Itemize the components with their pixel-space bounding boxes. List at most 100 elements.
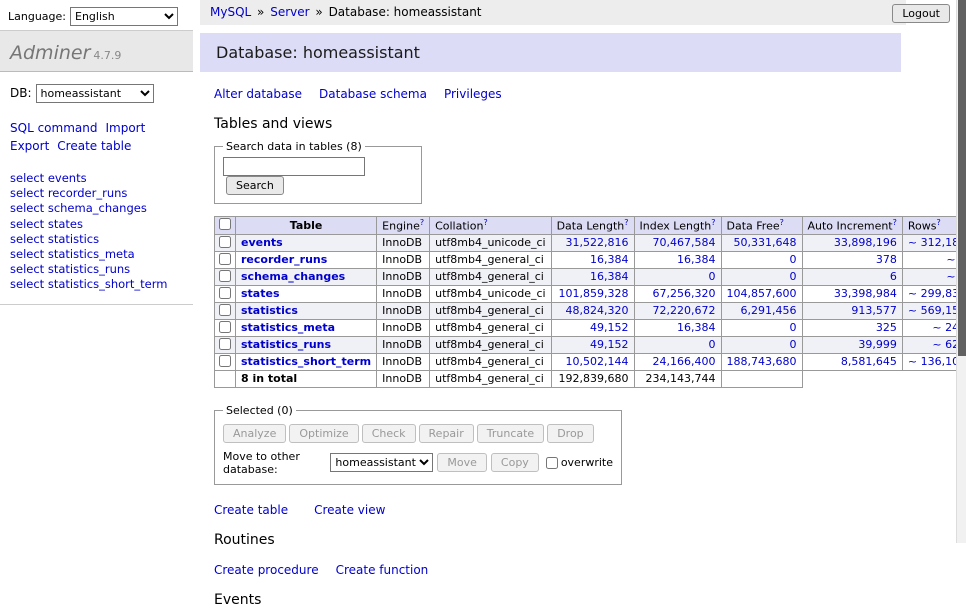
engine-cell: InnoDB: [377, 251, 430, 268]
table-name-link[interactable]: schema_changes: [241, 270, 345, 283]
sidebar-table-link[interactable]: select recorder_runs: [10, 186, 183, 201]
engine-cell: InnoDB: [377, 336, 430, 353]
optimize-button[interactable]: Optimize: [289, 424, 358, 443]
routines-links: Create procedure Create function: [214, 563, 966, 577]
create-view-link[interactable]: Create view: [314, 503, 385, 517]
total-index-length-cell: 234,143,744: [634, 370, 721, 387]
move-row: Move to other database: homeassistant Mo…: [223, 450, 613, 476]
help-link[interactable]: ?: [893, 218, 897, 227]
row-checkbox[interactable]: [219, 321, 231, 333]
move-db-select[interactable]: homeassistant: [330, 453, 433, 472]
import-link[interactable]: Import: [105, 121, 145, 135]
help-link[interactable]: ?: [780, 218, 784, 227]
create-table-link[interactable]: Create table: [214, 503, 288, 517]
db-select[interactable]: homeassistant: [36, 84, 154, 103]
create-table-sidebar-link[interactable]: Create table: [57, 139, 131, 153]
table-name-link[interactable]: statistics_short_term: [241, 355, 371, 368]
sidebar-actions: SQL command Import Export Create table: [10, 119, 183, 155]
index-length-cell: 16,384: [634, 251, 721, 268]
sidebar-table-link[interactable]: select statistics_meta: [10, 247, 183, 262]
main-content: Database: homeassistant Alter databaseDa…: [200, 25, 966, 608]
scrollbar[interactable]: [956, 0, 966, 543]
tables-heading: Tables and views: [214, 116, 966, 132]
sidebar-table-link[interactable]: select schema_changes: [10, 201, 183, 216]
data-free-cell: 0: [721, 336, 802, 353]
help-link[interactable]: ?: [936, 218, 940, 227]
table-name-cell: states: [236, 285, 377, 302]
total-engine-cell: InnoDB: [377, 370, 430, 387]
breadcrumb-server-link[interactable]: Server: [270, 5, 309, 19]
selected-fieldset: Selected (0) AnalyzeOptimizeCheckRepairT…: [214, 404, 622, 485]
language-select[interactable]: English: [70, 7, 178, 26]
export-link[interactable]: Export: [10, 139, 49, 153]
drop-button[interactable]: Drop: [547, 424, 593, 443]
table-name-link[interactable]: events: [241, 236, 283, 249]
sidebar-table-link[interactable]: select statistics_runs: [10, 262, 183, 277]
table-name-link[interactable]: statistics_runs: [241, 338, 331, 351]
auto-increment-cell: 325: [802, 319, 902, 336]
row-check-cell: [215, 319, 236, 336]
table-name-cell: recorder_runs: [236, 251, 377, 268]
table-name-link[interactable]: states: [241, 287, 280, 300]
database-schema-link[interactable]: Database schema: [319, 87, 427, 101]
total-check-cell: [215, 370, 236, 387]
sql-command-link[interactable]: SQL command: [10, 121, 97, 135]
sidebar-table-link[interactable]: select states: [10, 217, 183, 232]
table-row: statistics_metaInnoDButf8mb4_general_ci4…: [215, 319, 966, 336]
logout-button[interactable]: Logout: [892, 4, 950, 23]
move-label: Move to other database:: [223, 450, 326, 476]
help-link[interactable]: ?: [711, 218, 715, 227]
row-checkbox[interactable]: [219, 253, 231, 265]
search-input[interactable]: [223, 157, 365, 176]
row-checkbox[interactable]: [219, 236, 231, 248]
engine-cell: InnoDB: [377, 319, 430, 336]
db-selector-row: DB:homeassistant: [0, 72, 193, 117]
row-check-cell: [215, 251, 236, 268]
analyze-button[interactable]: Analyze: [223, 424, 286, 443]
data-free-cell: 0: [721, 319, 802, 336]
alter-database-link[interactable]: Alter database: [214, 87, 302, 101]
sidebar-table-link[interactable]: select events: [10, 171, 183, 186]
table-row: recorder_runsInnoDButf8mb4_general_ci16,…: [215, 251, 966, 268]
row-checkbox[interactable]: [219, 355, 231, 367]
copy-button[interactable]: Copy: [491, 453, 539, 472]
overwrite-checkbox[interactable]: [546, 457, 558, 469]
table-name-cell: statistics_short_term: [236, 353, 377, 370]
search-button[interactable]: Search: [226, 176, 284, 195]
sidebar-table-link[interactable]: select statistics_short_term: [10, 277, 183, 292]
help-link[interactable]: ?: [420, 218, 424, 227]
row-checkbox[interactable]: [219, 287, 231, 299]
breadcrumb-mysql-link[interactable]: MySQL: [210, 5, 251, 19]
row-checkbox[interactable]: [219, 338, 231, 350]
auto-increment-cell: 33,898,196: [802, 234, 902, 251]
sidebar-table-link[interactable]: select statistics: [10, 232, 183, 247]
check-button[interactable]: Check: [362, 424, 416, 443]
select-all-checkbox[interactable]: [219, 218, 231, 230]
table-row: statistics_runsInnoDButf8mb4_general_ci4…: [215, 336, 966, 353]
row-checkbox[interactable]: [219, 270, 231, 282]
data-free-cell: 0: [721, 251, 802, 268]
events-heading: Events: [214, 592, 966, 608]
move-button[interactable]: Move: [437, 453, 487, 472]
repair-button[interactable]: Repair: [419, 424, 474, 443]
scrollbar-thumb[interactable]: [958, 0, 966, 356]
create-function-link[interactable]: Create function: [336, 563, 429, 577]
tables-body: eventsInnoDButf8mb4_unicode_ci31,522,816…: [215, 234, 966, 387]
table-name-link[interactable]: recorder_runs: [241, 253, 327, 266]
col-header-auto-increment: Auto Increment?: [802, 217, 902, 235]
create-procedure-link[interactable]: Create procedure: [214, 563, 319, 577]
row-checkbox[interactable]: [219, 304, 231, 316]
data-length-cell: 16,384: [551, 251, 634, 268]
engine-cell: InnoDB: [377, 353, 430, 370]
table-name-link[interactable]: statistics_meta: [241, 321, 335, 334]
table-name-link[interactable]: statistics: [241, 304, 298, 317]
row-check-cell: [215, 336, 236, 353]
app-name[interactable]: Adminer: [10, 42, 90, 64]
privileges-link[interactable]: Privileges: [444, 87, 502, 101]
db-action-links: Alter database Database schema Privileges: [214, 87, 966, 101]
row-check-cell: [215, 285, 236, 302]
help-link[interactable]: ?: [624, 218, 628, 227]
index-length-cell: 16,384: [634, 319, 721, 336]
truncate-button[interactable]: Truncate: [477, 424, 544, 443]
help-link[interactable]: ?: [483, 218, 487, 227]
